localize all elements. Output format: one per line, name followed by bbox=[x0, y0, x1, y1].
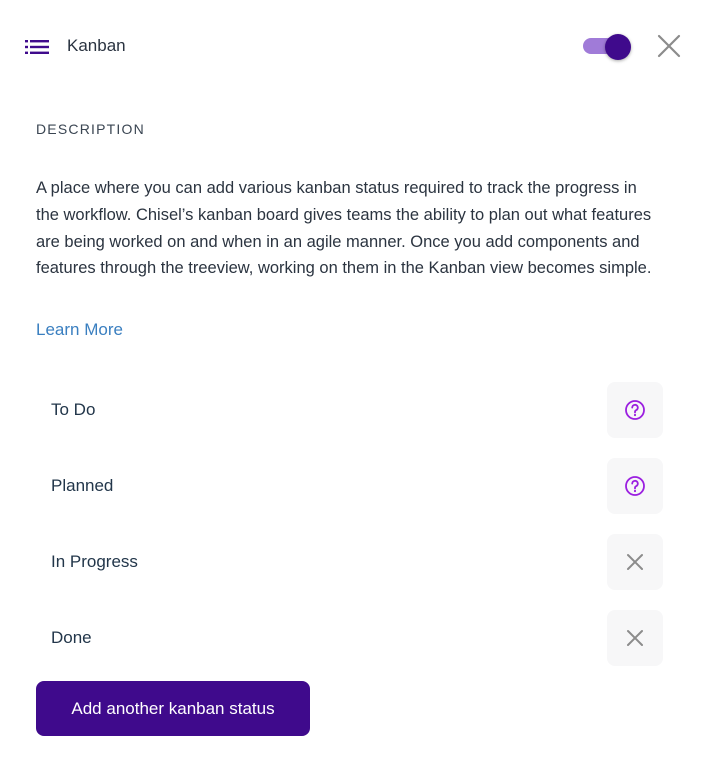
status-row-in-progress: In Progress bbox=[36, 534, 663, 590]
status-row-planned: Planned bbox=[36, 458, 663, 514]
status-row-to-do: To Do bbox=[36, 382, 663, 438]
status-delete-button[interactable] bbox=[607, 610, 663, 666]
close-icon bbox=[627, 630, 643, 646]
status-label: Planned bbox=[51, 476, 114, 495]
help-icon bbox=[625, 476, 645, 496]
kanban-enable-toggle[interactable] bbox=[583, 34, 633, 60]
list-icon bbox=[25, 40, 49, 54]
add-kanban-status-button[interactable]: Add another kanban status bbox=[36, 681, 310, 736]
learn-more-link[interactable]: Learn More bbox=[36, 320, 123, 340]
panel-title: Kanban bbox=[67, 36, 126, 55]
status-help-button[interactable] bbox=[607, 458, 663, 514]
status-label: Done bbox=[51, 628, 92, 647]
toggle-thumb bbox=[605, 34, 631, 60]
kanban-settings-panel: Kanban DESCRIPTION A place where you can… bbox=[0, 0, 706, 764]
panel-header: Kanban bbox=[0, 0, 706, 92]
close-icon bbox=[627, 554, 643, 570]
description-heading: DESCRIPTION bbox=[36, 121, 145, 137]
status-delete-button[interactable] bbox=[607, 534, 663, 590]
status-label: In Progress bbox=[51, 552, 138, 571]
status-label: To Do bbox=[51, 400, 96, 419]
status-help-button[interactable] bbox=[607, 382, 663, 438]
status-row-done: Done bbox=[36, 610, 663, 666]
description-text: A place where you can add various kanban… bbox=[36, 179, 652, 278]
help-icon bbox=[625, 400, 645, 420]
close-icon[interactable] bbox=[656, 33, 682, 59]
